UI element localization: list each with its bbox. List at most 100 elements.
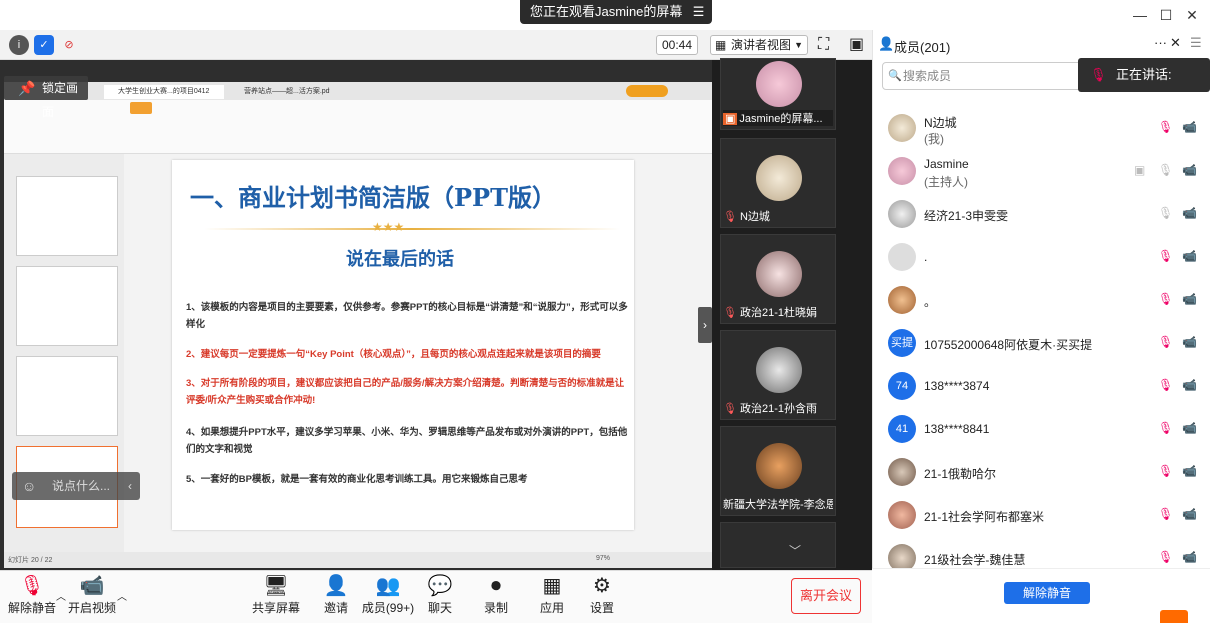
share-label: 共享屏幕 <box>251 601 300 615</box>
member-name: 138****8841 <box>924 422 990 436</box>
mic-muted-icon[interactable]: 🎙 <box>1158 378 1174 394</box>
video-tile-name: 新疆大学法学院-李念恩 <box>723 499 833 511</box>
share-screen-icon: 🖥 <box>263 575 289 597</box>
members-header: 👤 成员(201) ··· ✕ ☰ <box>872 30 1210 58</box>
chat-label: 聊天 <box>427 601 452 615</box>
fullscreen-icon[interactable]: ⛶ <box>818 35 829 55</box>
gear-icon: ⚙ <box>593 575 611 597</box>
camera-off-icon[interactable]: 📹 <box>1182 335 1200 351</box>
camera-off-icon[interactable]: 📹 <box>1182 206 1200 222</box>
meeting-timer: 00:44 <box>656 35 698 55</box>
avatar: 41 <box>888 415 916 443</box>
member-row[interactable]: 41 138****8841 🎙 📹 <box>880 409 1210 451</box>
view-mode-dropdown[interactable]: ▦ 演讲者视图 ▼ <box>710 35 808 55</box>
chevron-left-icon[interactable]: ‹ <box>128 472 132 500</box>
collapse-video-strip-icon[interactable]: › <box>698 307 712 343</box>
close-icon[interactable]: ✕ <box>1181 4 1203 26</box>
camera-off-icon[interactable]: 📹 <box>1182 550 1200 566</box>
shield-icon[interactable]: ✓ <box>34 35 54 55</box>
chevron-up-icon[interactable]: ︿ <box>117 588 127 603</box>
menu-icon[interactable]: ☰ <box>693 0 705 24</box>
video-tile[interactable]: 🎙 政治21-1杜晓娟 <box>720 234 836 324</box>
member-name: . <box>924 250 928 264</box>
video-tile[interactable]: ▣ Jasmine的屏幕... <box>720 58 836 130</box>
member-row[interactable]: . 🎙 📹 <box>880 237 1210 279</box>
mic-muted-icon[interactable]: 🎙 <box>1158 292 1174 308</box>
members-label: 成员(99+) <box>361 601 415 615</box>
wps-ribbon <box>4 116 712 154</box>
avatar <box>888 200 916 228</box>
avatar <box>888 114 916 142</box>
mic-muted-icon[interactable]: 🎙 <box>1158 464 1174 480</box>
info-icon[interactable]: i <box>9 35 29 55</box>
chat-bubble-icon: ☺ <box>22 478 37 494</box>
camera-off-icon[interactable]: 📹 <box>1182 292 1200 308</box>
slide-thumbnail[interactable] <box>16 356 118 436</box>
mic-muted-icon[interactable]: 🎙 <box>1158 550 1174 566</box>
slide-thumbnail[interactable] <box>16 176 118 256</box>
video-tile[interactable]: 新疆大学法学院-李念恩 <box>720 426 836 516</box>
chat-button[interactable]: 💬 聊天 <box>410 573 470 616</box>
member-row[interactable]: 21级社会学-魏佳慧 🎙 📹 <box>880 538 1210 568</box>
avatar: 74 <box>888 372 916 400</box>
avatar <box>756 443 802 489</box>
lock-screen-button[interactable]: 📌 锁定画面 <box>4 76 88 119</box>
member-row[interactable]: 买提 107552000648阿依夏木·买买提 🎙 📹 <box>880 323 1210 365</box>
record-icon: ⏺ <box>491 575 501 597</box>
mic-muted-icon[interactable]: 🎙 <box>1158 335 1174 351</box>
camera-off-icon[interactable]: 📹 <box>1182 464 1200 480</box>
member-row[interactable]: Jasmine (主持人) ▣ 🎙 📹 <box>880 151 1210 193</box>
sidebar-toggle-icon[interactable]: ▣ <box>849 35 864 55</box>
settings-label: 设置 <box>589 601 614 615</box>
camera-off-icon[interactable]: 📹 <box>1182 507 1200 523</box>
unmute-button[interactable]: 🎙 解除静音 <box>2 573 62 616</box>
leave-meeting-button[interactable]: 离开会议 <box>791 578 861 614</box>
mic-icon[interactable]: 🎙 <box>1158 206 1174 222</box>
wps-pdf-tab[interactable]: 营养站点——超...活方案.pdf <box>230 85 330 99</box>
screen-share-icon: ▣ <box>1134 163 1146 177</box>
chat-quick-input[interactable]: ☺ 说点什么... ‹ <box>12 472 140 500</box>
more-icon[interactable]: ··· <box>1154 35 1167 50</box>
camera-off-icon: 📹 <box>79 575 105 597</box>
member-row[interactable]: 21-1社会学阿布都塞米 🎙 📹 <box>880 495 1210 537</box>
video-tile[interactable]: 🎙 政治21-1孙含雨 <box>720 330 836 420</box>
record-button[interactable]: ⏺ 录制 <box>466 573 526 616</box>
start-video-button[interactable]: 📹 开启视频 <box>62 573 122 616</box>
camera-off-icon[interactable]: 📹 <box>1182 421 1200 437</box>
slide-thumbnail[interactable] <box>16 266 118 346</box>
viewing-banner[interactable]: 您正在观看Jasmine的屏幕 ☰ <box>520 0 713 24</box>
camera-off-icon[interactable]: 📹 <box>1182 120 1200 136</box>
menu-icon[interactable]: ☰ <box>1190 35 1202 51</box>
settings-button[interactable]: ⚙ 设置 <box>572 573 632 616</box>
mic-muted-icon[interactable]: 🎙 <box>1158 120 1174 136</box>
mic-muted-icon: 🎙 <box>1090 67 1107 82</box>
member-row[interactable]: 。 🎙 📹 <box>880 280 1210 322</box>
member-row[interactable]: N边城 (我) 🎙 📹 <box>880 108 1210 150</box>
close-icon[interactable]: ✕ <box>1170 35 1181 51</box>
member-row[interactable]: 经济21-3申雯雯 🎙 📹 <box>880 194 1210 236</box>
mic-muted-icon[interactable]: 🎙 <box>1158 421 1174 437</box>
member-search-input[interactable]: 🔍 搜索成员 <box>882 62 1096 90</box>
video-tile[interactable]: 🎙 N边城 <box>720 138 836 228</box>
video-tile[interactable] <box>720 522 836 568</box>
search-placeholder: 搜索成员 <box>903 69 952 83</box>
member-row[interactable]: 74 138****3874 🎙 📹 <box>880 366 1210 408</box>
mic-muted-icon[interactable]: 🎙 <box>1158 507 1174 523</box>
maximize-icon[interactable]: ☐ <box>1155 4 1177 26</box>
camera-off-icon[interactable]: 📹 <box>1182 163 1200 179</box>
mic-muted-icon[interactable]: 🎙 <box>1158 249 1174 265</box>
camera-off-icon[interactable]: 📹 <box>1182 249 1200 265</box>
person-icon: 👤 <box>878 36 895 51</box>
wps-tabs: 大学生创业大赛...的项目0412 营养站点——超...活方案.pdf <box>4 82 712 100</box>
unmute-all-button[interactable]: 解除静音 <box>1004 582 1090 604</box>
camera-off-icon[interactable]: 📹 <box>1182 378 1200 394</box>
minimize-icon[interactable]: — <box>1129 4 1151 26</box>
mic-icon[interactable]: 🎙 <box>1158 163 1174 179</box>
scroll-down-icon[interactable]: ﹀ <box>785 542 805 558</box>
search-icon: 🔍 <box>888 70 902 82</box>
wps-doc-tab[interactable]: 大学生创业大赛...的项目0412 <box>104 85 224 99</box>
share-screen-button[interactable]: 🖥 共享屏幕 <box>246 573 306 616</box>
member-row[interactable]: 21-1俄勒哈尔 🎙 📹 <box>880 452 1210 494</box>
avatar: 买提 <box>888 329 916 357</box>
security-warning-icon[interactable]: ⊘ <box>59 35 79 55</box>
